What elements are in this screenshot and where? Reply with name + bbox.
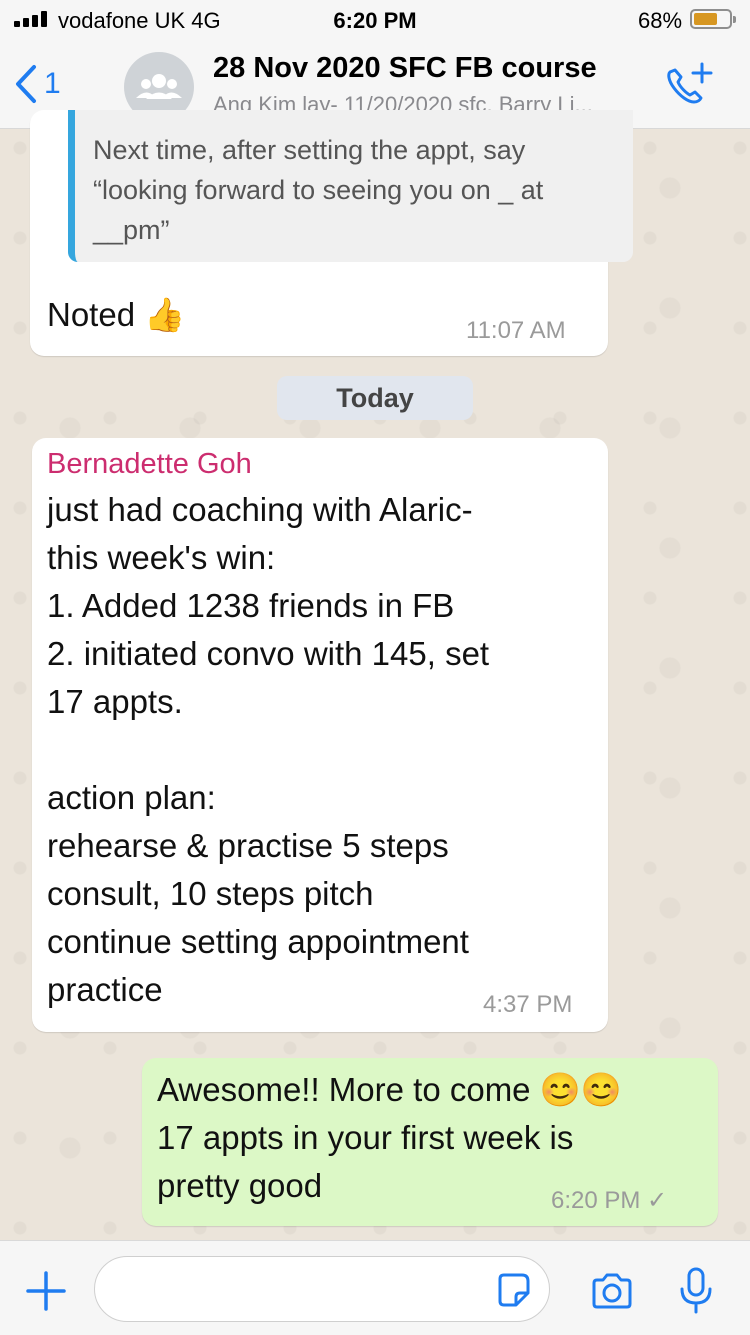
- attach-button[interactable]: [24, 1269, 68, 1313]
- quoted-message[interactable]: Next time, after setting the appt, say “…: [68, 110, 633, 262]
- unread-count: 1: [44, 67, 61, 100]
- sticker-button[interactable]: [494, 1271, 532, 1309]
- microphone-icon: [680, 1267, 712, 1314]
- message-time: 6:20 PM ✓: [551, 1187, 668, 1214]
- message-bubble[interactable]: Awesome!! More to come 😊😊 17 appts in yo…: [142, 1058, 718, 1226]
- quoted-text: Next time, after setting the appt, say “…: [93, 135, 544, 245]
- message-bubble[interactable]: Next time, after setting the appt, say “…: [30, 110, 633, 356]
- plus-icon: [26, 1271, 66, 1311]
- microphone-button[interactable]: [676, 1265, 716, 1317]
- message-composer: [0, 1240, 750, 1335]
- camera-icon: [592, 1273, 632, 1309]
- phone-plus-icon: [667, 62, 713, 104]
- battery-percentage: 68%: [638, 8, 683, 33]
- battery-level: [694, 13, 717, 25]
- date-separator: Today: [277, 376, 473, 420]
- battery-icon: [690, 9, 736, 29]
- sender-name[interactable]: Bernadette Goh: [47, 448, 252, 481]
- camera-button[interactable]: [590, 1271, 634, 1311]
- back-button[interactable]: 1: [14, 60, 61, 108]
- message-input[interactable]: [94, 1256, 550, 1322]
- message-text: just had coaching with Alaric- this week…: [47, 491, 490, 1008]
- message-time: 4:37 PM: [483, 991, 573, 1018]
- sticker-icon: [498, 1273, 530, 1307]
- chevron-left-icon: [16, 65, 36, 103]
- message-text: Noted 👍: [47, 296, 186, 333]
- chat-title[interactable]: 28 Nov 2020 SFC FB course: [213, 52, 597, 85]
- message-bubble[interactable]: Bernadette Goh just had coaching with Al…: [32, 438, 608, 1032]
- add-call-button[interactable]: [660, 60, 716, 110]
- message-time: 11:07 AM: [466, 317, 566, 344]
- status-bar: vodafone UK 4G 6:20 PM 68%: [0, 0, 750, 40]
